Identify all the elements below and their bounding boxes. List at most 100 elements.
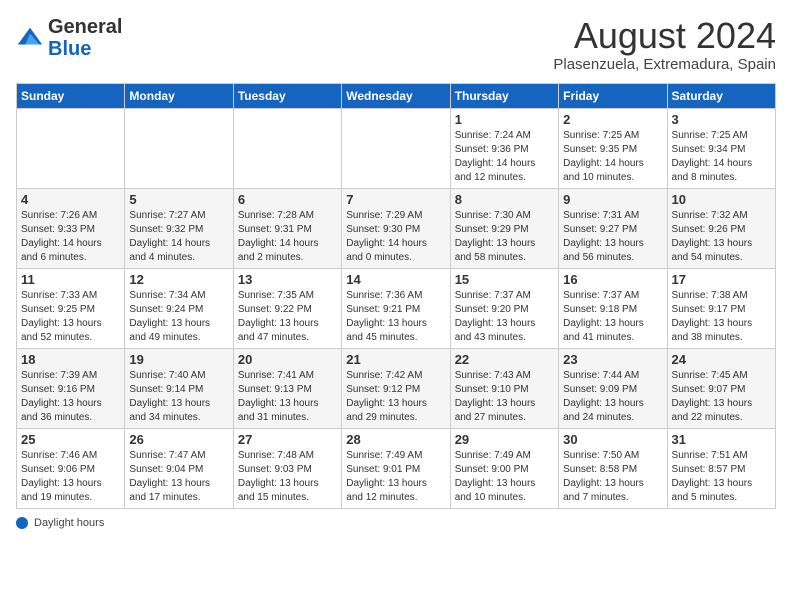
day-info: Sunrise: 7:47 AM Sunset: 9:04 PM Dayligh… — [129, 450, 210, 503]
calendar-cell: 14Sunrise: 7:36 AM Sunset: 9:21 PM Dayli… — [342, 268, 450, 348]
calendar-cell: 13Sunrise: 7:35 AM Sunset: 9:22 PM Dayli… — [233, 268, 341, 348]
day-info: Sunrise: 7:33 AM Sunset: 9:25 PM Dayligh… — [21, 290, 102, 343]
day-info: Sunrise: 7:37 AM Sunset: 9:18 PM Dayligh… — [563, 290, 644, 343]
calendar-cell — [233, 108, 341, 188]
day-number: 11 — [21, 272, 120, 287]
page-container: General Blue August 2024 Plasenzuela, Ex… — [0, 0, 792, 539]
calendar-cell: 10 Sunrise: 7:32 AM Sunset: 9:26 PM Dayli… — [667, 188, 775, 268]
logo-general: General — [48, 16, 122, 38]
calendar-cell: 24 Sunrise: 7:45 AM Sunset: 9:07 PM Dayli… — [667, 348, 775, 428]
day-info: Sunrise: 7:49 AM Sunset: 9:01 PM Dayligh… — [346, 450, 427, 503]
page-header: General Blue August 2024 Plasenzuela, Ex… — [16, 16, 776, 73]
calendar-cell — [342, 108, 450, 188]
calendar-cell: 23 Sunrise: 7:44 AM Sunset: 9:09 PM Dayli… — [559, 348, 667, 428]
day-info: Sunrise: 7:25 AM Sunset: 9:34 PM Dayligh… — [672, 130, 753, 183]
day-number: 28 — [346, 432, 445, 447]
day-number: 14 — [346, 272, 445, 287]
day-info: Sunrise: 7:46 AM Sunset: 9:06 PM Dayligh… — [21, 450, 102, 503]
calendar-cell — [125, 108, 233, 188]
col-saturday: Saturday — [667, 83, 775, 108]
day-info: Sunrise: 7:45 AM Sunset: 9:07 PM Dayligh… — [672, 370, 753, 423]
calendar-cell: 29Sunrise: 7:49 AM Sunset: 9:00 PM Dayli… — [450, 428, 558, 508]
day-info: Sunrise: 7:25 AM Sunset: 9:35 PM Dayligh… — [563, 130, 644, 183]
calendar-cell: 27Sunrise: 7:48 AM Sunset: 9:03 PM Dayli… — [233, 428, 341, 508]
calendar-week-1: 1 Sunrise: 7:24 AM Sunset: 9:36 PM Daylig… — [17, 108, 776, 188]
calendar-cell: 4 Sunrise: 7:26 AM Sunset: 9:33 PM Daylig… — [17, 188, 125, 268]
month-title: August 2024 — [553, 16, 776, 56]
day-info: Sunrise: 7:32 AM Sunset: 9:26 PM Dayligh… — [672, 210, 753, 263]
day-info: Sunrise: 7:34 AM Sunset: 9:24 PM Dayligh… — [129, 290, 210, 343]
day-info: Sunrise: 7:28 AM Sunset: 9:31 PM Dayligh… — [238, 210, 319, 263]
day-info: Sunrise: 7:37 AM Sunset: 9:20 PM Dayligh… — [455, 290, 536, 343]
day-number: 18 — [21, 352, 120, 367]
daylight-icon — [16, 517, 28, 529]
col-monday: Monday — [125, 83, 233, 108]
day-info: Sunrise: 7:40 AM Sunset: 9:14 PM Dayligh… — [129, 370, 210, 423]
calendar-cell: 1 Sunrise: 7:24 AM Sunset: 9:36 PM Daylig… — [450, 108, 558, 188]
day-info: Sunrise: 7:39 AM Sunset: 9:16 PM Dayligh… — [21, 370, 102, 423]
day-info: Sunrise: 7:48 AM Sunset: 9:03 PM Dayligh… — [238, 450, 319, 503]
day-number: 10 — [672, 192, 771, 207]
day-number: 21 — [346, 352, 445, 367]
day-number: 20 — [238, 352, 337, 367]
calendar-cell: 30 Sunrise: 7:50 AM Sunset: 8:58 PM Dayli… — [559, 428, 667, 508]
day-number: 5 — [129, 192, 228, 207]
day-number: 19 — [129, 352, 228, 367]
day-number: 29 — [455, 432, 554, 447]
day-number: 1 — [455, 112, 554, 127]
logo: General Blue — [16, 16, 122, 60]
day-number: 24 — [672, 352, 771, 367]
footer: Daylight hours — [16, 517, 776, 529]
calendar-cell: 2 Sunrise: 7:25 AM Sunset: 9:35 PM Daylig… — [559, 108, 667, 188]
day-number: 30 — [563, 432, 662, 447]
calendar-cell: 19 Sunrise: 7:40 AM Sunset: 9:14 PM Dayli… — [125, 348, 233, 428]
calendar-cell: 6 Sunrise: 7:28 AM Sunset: 9:31 PM Daylig… — [233, 188, 341, 268]
day-number: 15 — [455, 272, 554, 287]
day-info: Sunrise: 7:26 AM Sunset: 9:33 PM Dayligh… — [21, 210, 102, 263]
calendar-week-2: 4 Sunrise: 7:26 AM Sunset: 9:33 PM Daylig… — [17, 188, 776, 268]
calendar-cell: 20 Sunrise: 7:41 AM Sunset: 9:13 PM Dayli… — [233, 348, 341, 428]
day-info: Sunrise: 7:29 AM Sunset: 9:30 PM Dayligh… — [346, 210, 427, 263]
col-thursday: Thursday — [450, 83, 558, 108]
logo-text: General Blue — [48, 16, 122, 60]
day-number: 23 — [563, 352, 662, 367]
title-block: August 2024 Plasenzuela, Extremadura, Sp… — [553, 16, 776, 73]
day-info: Sunrise: 7:38 AM Sunset: 9:17 PM Dayligh… — [672, 290, 753, 343]
day-info: Sunrise: 7:44 AM Sunset: 9:09 PM Dayligh… — [563, 370, 644, 423]
day-number: 4 — [21, 192, 120, 207]
day-number: 26 — [129, 432, 228, 447]
calendar-cell: 9 Sunrise: 7:31 AM Sunset: 9:27 PM Daylig… — [559, 188, 667, 268]
col-wednesday: Wednesday — [342, 83, 450, 108]
calendar-cell — [17, 108, 125, 188]
calendar-cell: 26 Sunrise: 7:47 AM Sunset: 9:04 PM Dayli… — [125, 428, 233, 508]
calendar-cell: 17Sunrise: 7:38 AM Sunset: 9:17 PM Dayli… — [667, 268, 775, 348]
day-number: 2 — [563, 112, 662, 127]
day-info: Sunrise: 7:41 AM Sunset: 9:13 PM Dayligh… — [238, 370, 319, 423]
day-info: Sunrise: 7:27 AM Sunset: 9:32 PM Dayligh… — [129, 210, 210, 263]
calendar-week-5: 25 Sunrise: 7:46 AM Sunset: 9:06 PM Dayli… — [17, 428, 776, 508]
calendar-cell: 12 Sunrise: 7:34 AM Sunset: 9:24 PM Dayli… — [125, 268, 233, 348]
calendar-cell: 7Sunrise: 7:29 AM Sunset: 9:30 PM Daylig… — [342, 188, 450, 268]
day-info: Sunrise: 7:31 AM Sunset: 9:27 PM Dayligh… — [563, 210, 644, 263]
calendar-cell: 5 Sunrise: 7:27 AM Sunset: 9:32 PM Daylig… — [125, 188, 233, 268]
day-number: 3 — [672, 112, 771, 127]
col-friday: Friday — [559, 83, 667, 108]
day-number: 6 — [238, 192, 337, 207]
calendar-cell: 16 Sunrise: 7:37 AM Sunset: 9:18 PM Dayli… — [559, 268, 667, 348]
calendar-week-4: 18 Sunrise: 7:39 AM Sunset: 9:16 PM Dayli… — [17, 348, 776, 428]
day-number: 22 — [455, 352, 554, 367]
calendar-cell: 18 Sunrise: 7:39 AM Sunset: 9:16 PM Dayli… — [17, 348, 125, 428]
day-number: 13 — [238, 272, 337, 287]
day-number: 9 — [563, 192, 662, 207]
day-number: 25 — [21, 432, 120, 447]
calendar-cell: 8Sunrise: 7:30 AM Sunset: 9:29 PM Daylig… — [450, 188, 558, 268]
day-info: Sunrise: 7:43 AM Sunset: 9:10 PM Dayligh… — [455, 370, 536, 423]
day-info: Sunrise: 7:24 AM Sunset: 9:36 PM Dayligh… — [455, 130, 536, 183]
calendar-cell: 28 Sunrise: 7:49 AM Sunset: 9:01 PM Dayli… — [342, 428, 450, 508]
day-number: 12 — [129, 272, 228, 287]
day-number: 16 — [563, 272, 662, 287]
day-info: Sunrise: 7:50 AM Sunset: 8:58 PM Dayligh… — [563, 450, 644, 503]
day-number: 31 — [672, 432, 771, 447]
logo-blue: Blue — [48, 38, 91, 60]
header-row: Sunday Monday Tuesday Wednesday Thursday… — [17, 83, 776, 108]
